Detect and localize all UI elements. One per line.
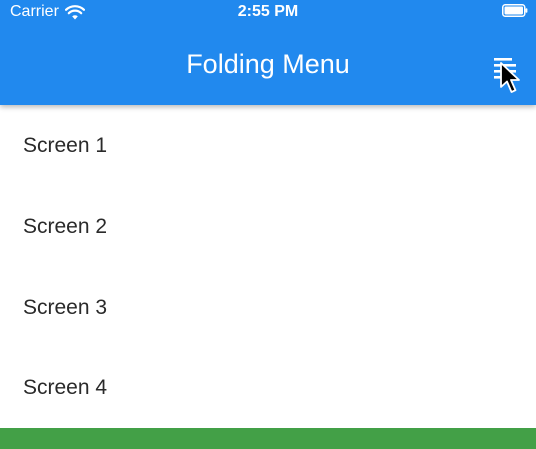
list-item-screen-2[interactable]: Screen 2 — [0, 187, 536, 268]
battery-icon — [502, 4, 528, 17]
list-item-screen-1[interactable]: Screen 1 — [0, 105, 536, 187]
list-item-label: Screen 1 — [23, 134, 108, 157]
app-header: Carrier 2:55 PM Folding Menu — [0, 0, 536, 105]
pointer-cursor-icon — [500, 62, 520, 93]
list-item-label: Screen 3 — [23, 295, 108, 319]
list-item-label: Screen 2 — [23, 215, 108, 239]
screen-list: Screen 1 Screen 2 Screen 3 Screen 4 — [0, 105, 536, 429]
status-bar: Carrier 2:55 PM — [0, 0, 536, 26]
app-bar: Folding Menu — [0, 26, 536, 105]
list-item-screen-4[interactable]: Screen 4 — [0, 348, 536, 429]
list-item-screen-3[interactable]: Screen 3 — [0, 268, 536, 349]
bottom-bar — [0, 428, 536, 449]
menu-button[interactable] — [486, 48, 526, 93]
status-time: 2:55 PM — [237, 3, 299, 20]
list-item-label: Screen 4 — [23, 376, 108, 400]
page-title: Folding Menu — [186, 49, 350, 79]
